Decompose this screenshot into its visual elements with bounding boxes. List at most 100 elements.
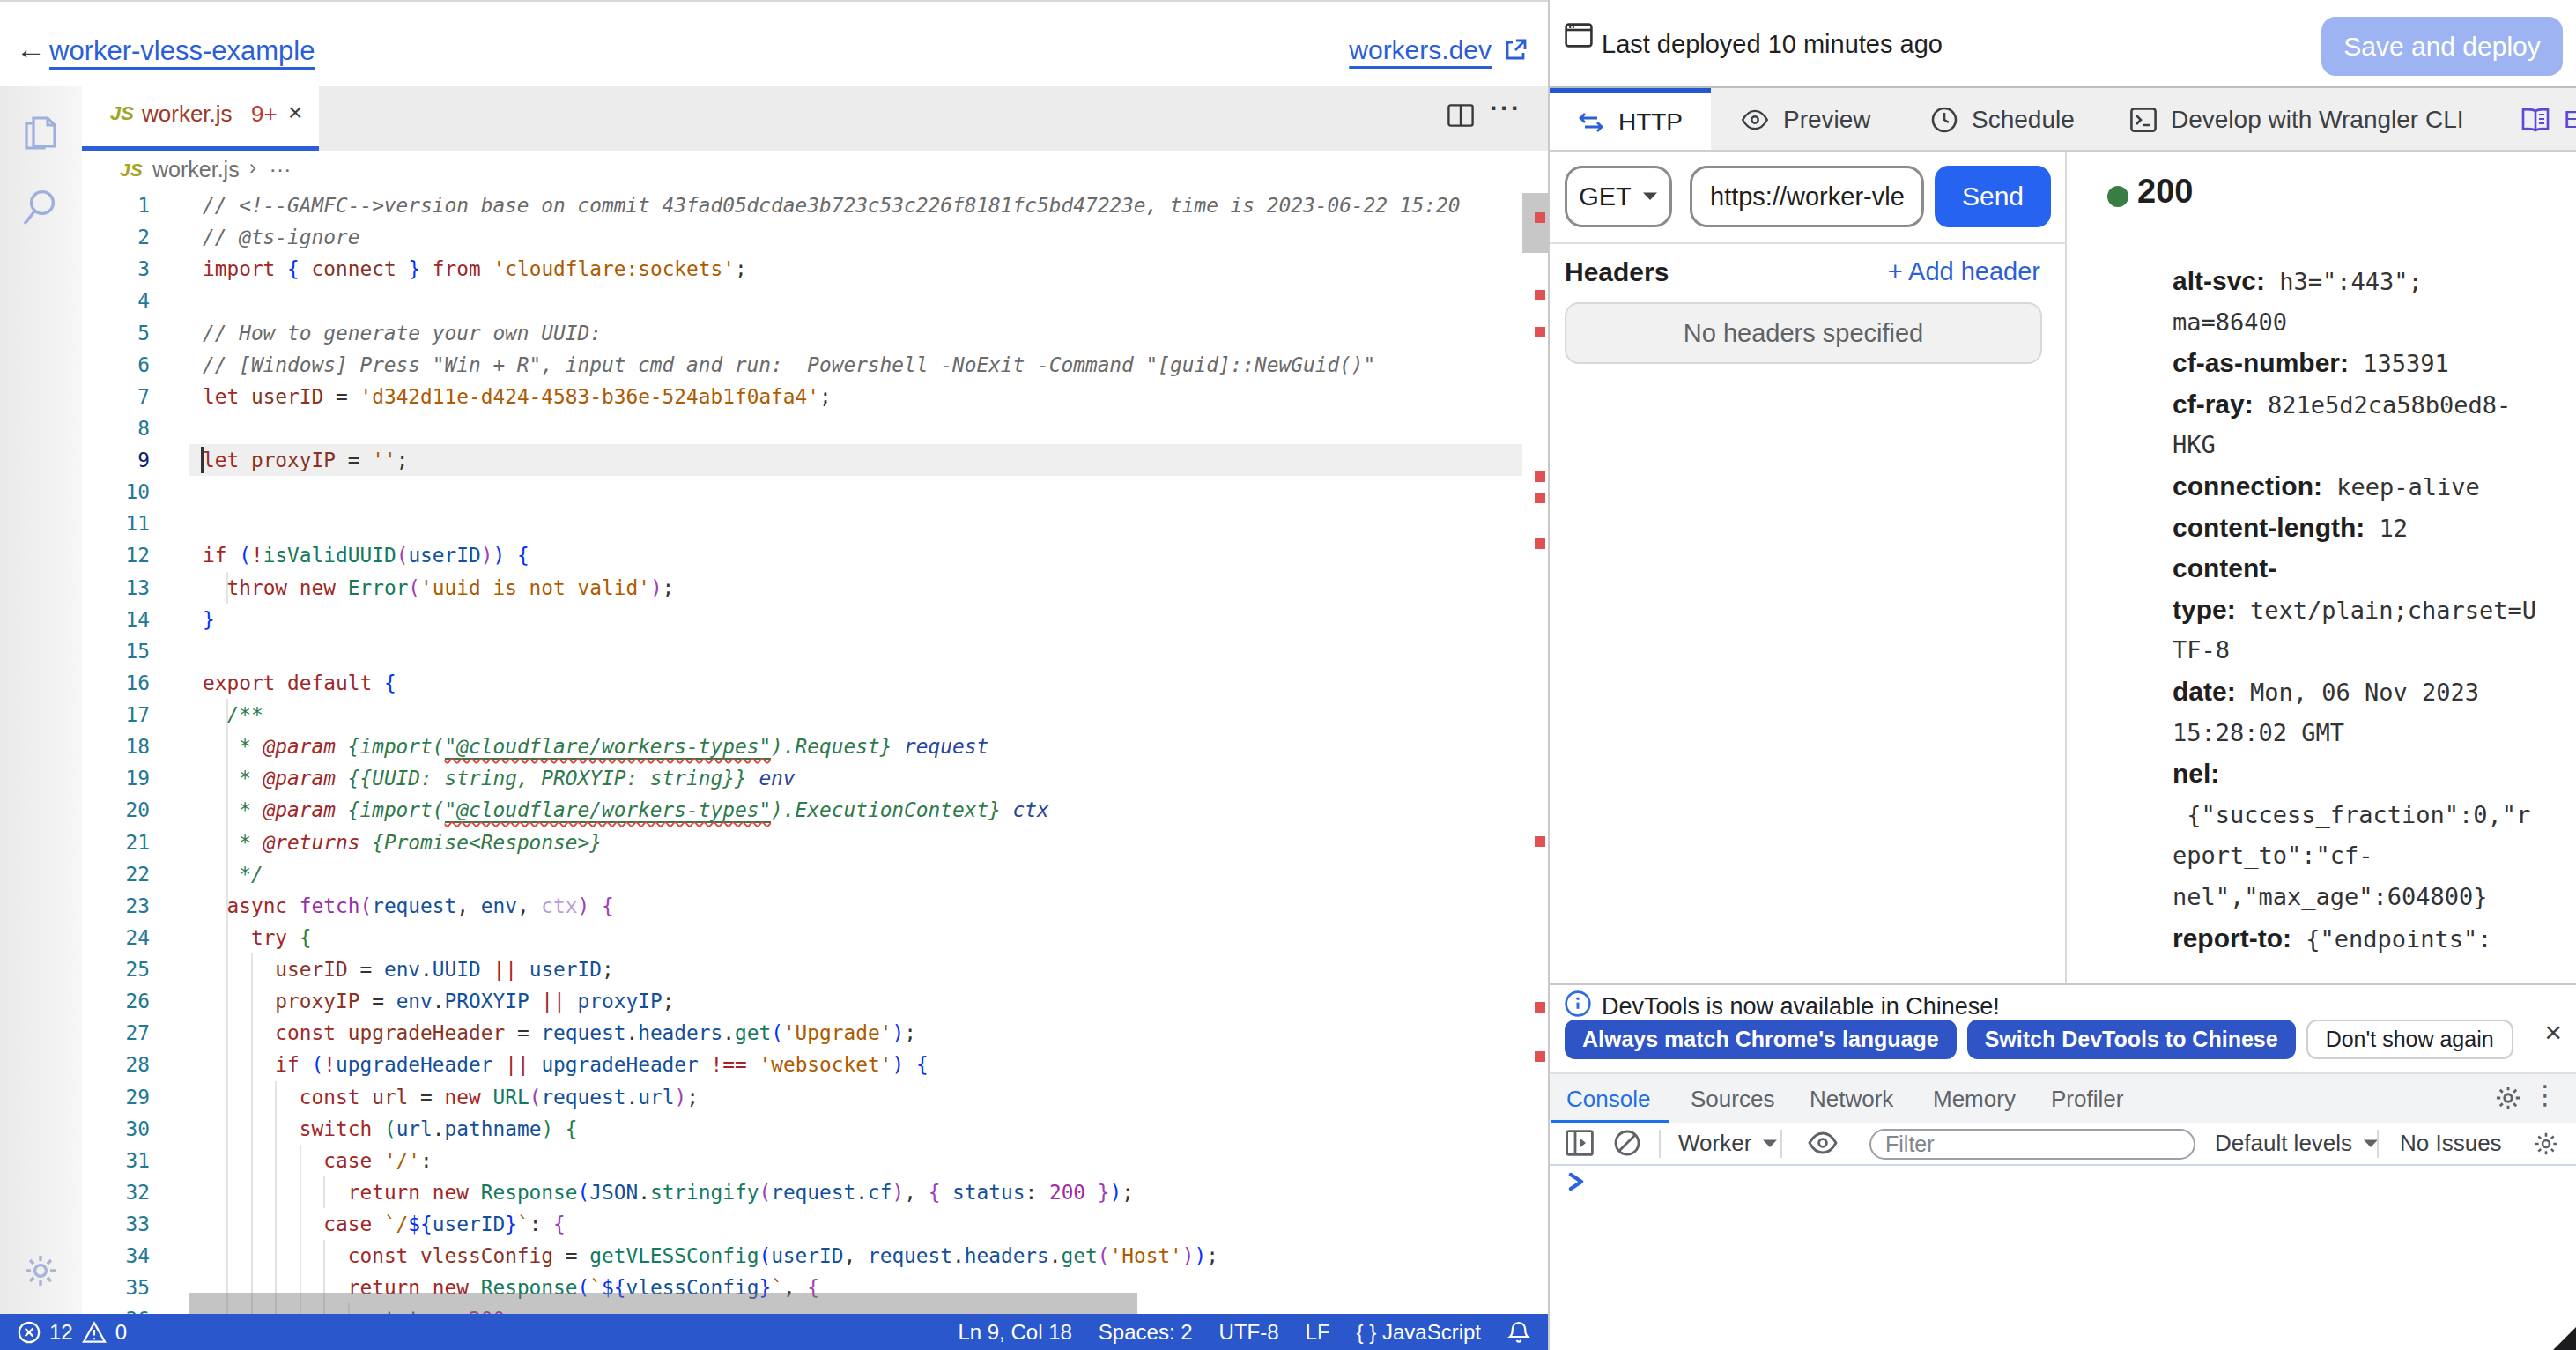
code-line[interactable]: 34 const vlessConfig = getVLESSConfig(us… — [82, 1240, 1548, 1272]
response-header-row: nel","max_age":604800} — [2173, 877, 2557, 918]
code-line[interactable]: 13 throw new Error('uuid is not valid'); — [82, 572, 1548, 604]
code-line[interactable]: 11 — [82, 508, 1548, 539]
switch-devtools-to-chinese-button[interactable]: Switch DevTools to Chinese — [1967, 1020, 2296, 1059]
scrollbar-thumb[interactable] — [1522, 193, 1548, 253]
code-editor[interactable]: 1// <!--GAMFC-->version base on commit 4… — [82, 189, 1548, 1314]
code-line[interactable]: 25 userID = env.UUID || userID; — [82, 953, 1548, 985]
back-arrow-icon[interactable]: ← — [16, 32, 46, 66]
external-link-icon[interactable] — [1504, 37, 1529, 62]
line-number: 21 — [82, 827, 150, 858]
line-number: 23 — [82, 890, 150, 922]
code-line[interactable]: 9let proxyIP = ''; — [82, 444, 1548, 476]
code-line[interactable]: 24 try { — [82, 922, 1548, 953]
code-line[interactable]: 32 return new Response(JSON.stringify(re… — [82, 1176, 1548, 1208]
console-settings-gear-icon[interactable] — [2532, 1130, 2560, 1158]
code-line[interactable]: 28 if (!upgradeHeader || upgradeHeader !… — [82, 1049, 1548, 1080]
context-selector[interactable]: Worker — [1678, 1130, 1778, 1157]
breadcrumb[interactable]: JS worker.js › … — [82, 151, 1548, 189]
files-icon[interactable] — [19, 108, 62, 153]
console-filter-input[interactable]: Filter — [1869, 1129, 2195, 1160]
code-line[interactable]: 3import { connect } from 'cloudflare:soc… — [82, 253, 1548, 285]
code-line[interactable]: 2// @ts-ignore — [82, 221, 1548, 253]
panel-tab-label: Schedule — [1972, 106, 2075, 134]
vertical-scrollbar[interactable] — [1522, 189, 1548, 1314]
settings-gear-icon[interactable] — [19, 1250, 62, 1292]
devtools-more-icon[interactable]: ⋮ — [2532, 1079, 2558, 1110]
code-line[interactable]: 12if (!isValidUUID(userID)) { — [82, 539, 1548, 571]
devtools-settings-gear-icon[interactable] — [2493, 1083, 2523, 1113]
code-line[interactable]: 4 — [82, 285, 1548, 316]
code-line[interactable]: 30 switch (url.pathname) { — [82, 1113, 1548, 1145]
code-line[interactable]: 29 const url = new URL(request.url); — [82, 1081, 1548, 1113]
always-match-chrome-s-language-button[interactable]: Always match Chrome's language — [1565, 1020, 1957, 1059]
code-line[interactable]: 18 * @param {import("@cloudflare/workers… — [82, 731, 1548, 762]
code-line[interactable]: 31 case '/': — [82, 1145, 1548, 1176]
code-line[interactable]: 26 proxyIP = env.PROXYIP || proxyIP; — [82, 985, 1548, 1017]
search-icon[interactable] — [19, 187, 62, 233]
log-levels-selector[interactable]: Default levels — [2215, 1130, 2379, 1157]
devtools-info-close-icon[interactable]: × — [2544, 1015, 2562, 1050]
error-mark — [1535, 493, 1545, 503]
split-editor-icon[interactable] — [1447, 104, 1474, 127]
workers-dev-link[interactable]: workers.dev — [1349, 35, 1492, 65]
breadcrumb-symbol[interactable]: … — [269, 151, 292, 178]
project-link[interactable]: worker-vless-example — [49, 35, 315, 67]
line-number: 27 — [82, 1017, 150, 1049]
code-line[interactable]: 15 — [82, 635, 1548, 667]
send-button[interactable]: Send — [1935, 166, 2051, 227]
devtools-tab-memory[interactable]: Memory — [1933, 1074, 2016, 1124]
encoding[interactable]: UTF-8 — [1219, 1320, 1279, 1345]
problems-status[interactable]: 12 0 — [18, 1314, 127, 1350]
code-line[interactable]: 17 /** — [82, 699, 1548, 731]
devtools-tab-network[interactable]: Network — [1810, 1074, 1893, 1124]
breadcrumb-file[interactable]: worker.js — [152, 157, 240, 182]
cursor-position[interactable]: Ln 9, Col 18 — [958, 1320, 1071, 1345]
eol[interactable]: LF — [1306, 1320, 1330, 1345]
code-line[interactable]: 1// <!--GAMFC-->version base on commit 4… — [82, 189, 1548, 221]
response-header-row: 15:28:02 GMT — [2173, 713, 2557, 754]
don-t-show-again-button[interactable]: Don't show again — [2306, 1020, 2513, 1059]
indentation[interactable]: Spaces: 2 — [1099, 1320, 1193, 1345]
add-header-button[interactable]: + Add header — [1888, 257, 2040, 286]
url-input[interactable]: https://worker-vle — [1690, 166, 1924, 227]
issues-counter[interactable]: No Issues — [2400, 1130, 2502, 1157]
code-line[interactable]: 7let userID = 'd342d11e-d424-4583-b36e-5… — [82, 381, 1548, 412]
code-line[interactable]: 5// How to generate your own UUID: — [82, 317, 1548, 349]
devtools-tab-profiler[interactable]: Profiler — [2051, 1074, 2123, 1124]
console-sidebar-icon[interactable] — [1566, 1130, 1594, 1156]
code-line[interactable]: 33 case `/${userID}`: { — [82, 1208, 1548, 1240]
code-line[interactable]: 10 — [82, 476, 1548, 508]
notifications-bell-icon[interactable] — [1507, 1320, 1530, 1345]
code-line[interactable]: 6// [Windows] Press "Win + R", input cmd… — [82, 349, 1548, 381]
method-select[interactable]: GET — [1565, 166, 1672, 227]
clear-console-icon[interactable] — [1614, 1130, 1640, 1156]
code-line[interactable]: 20 * @param {import("@cloudflare/workers… — [82, 794, 1548, 826]
horizontal-scrollbar[interactable] — [189, 1293, 1137, 1314]
panel-tab-preview[interactable]: Preview — [1741, 88, 1871, 152]
line-number: 5 — [82, 317, 150, 349]
code-line[interactable]: 16export default { — [82, 667, 1548, 699]
code-line[interactable]: 22 */ — [82, 858, 1548, 890]
code-line[interactable]: 8 — [82, 412, 1548, 444]
code-line[interactable]: 19 * @param {{UUID: string, PROXYIP: str… — [82, 762, 1548, 794]
code-text: } — [203, 604, 215, 635]
panel-tab-http[interactable]: HTTP — [1550, 88, 1711, 152]
editor-more-actions-icon[interactable]: ··· — [1490, 93, 1521, 123]
panel-tab-ex[interactable]: Ex — [2521, 88, 2576, 152]
save-and-deploy-button[interactable]: Save and deploy — [2321, 17, 2563, 76]
live-expression-eye-icon[interactable] — [1808, 1131, 1838, 1154]
panel-tab-schedule[interactable]: Schedule — [1931, 88, 2075, 152]
panel-tab-develop-with-wrangler-cli[interactable]: Develop with Wrangler CLI — [2130, 88, 2464, 152]
tab-worker-js[interactable]: JS worker.js 9+ × — [82, 86, 319, 151]
code-line[interactable]: 21 * @returns {Promise<Response>} — [82, 827, 1548, 858]
devtools-tab-console[interactable]: Console — [1566, 1074, 1650, 1124]
tab-close-icon[interactable]: × — [288, 99, 302, 127]
code-line[interactable]: 23 async fetch(request, env, ctx) { — [82, 890, 1548, 922]
code-line[interactable]: 27 const upgradeHeader = request.headers… — [82, 1017, 1548, 1049]
devtools-tab-sources[interactable]: Sources — [1691, 1074, 1774, 1124]
language-mode[interactable]: { } JavaScript — [1357, 1320, 1481, 1345]
editor-header: ← worker-vless-example workers.dev — [0, 2, 1548, 88]
console-prompt-icon[interactable] — [1567, 1172, 1587, 1191]
code-line[interactable]: 14} — [82, 604, 1548, 635]
code-text: let proxyIP = ''; — [203, 444, 408, 476]
